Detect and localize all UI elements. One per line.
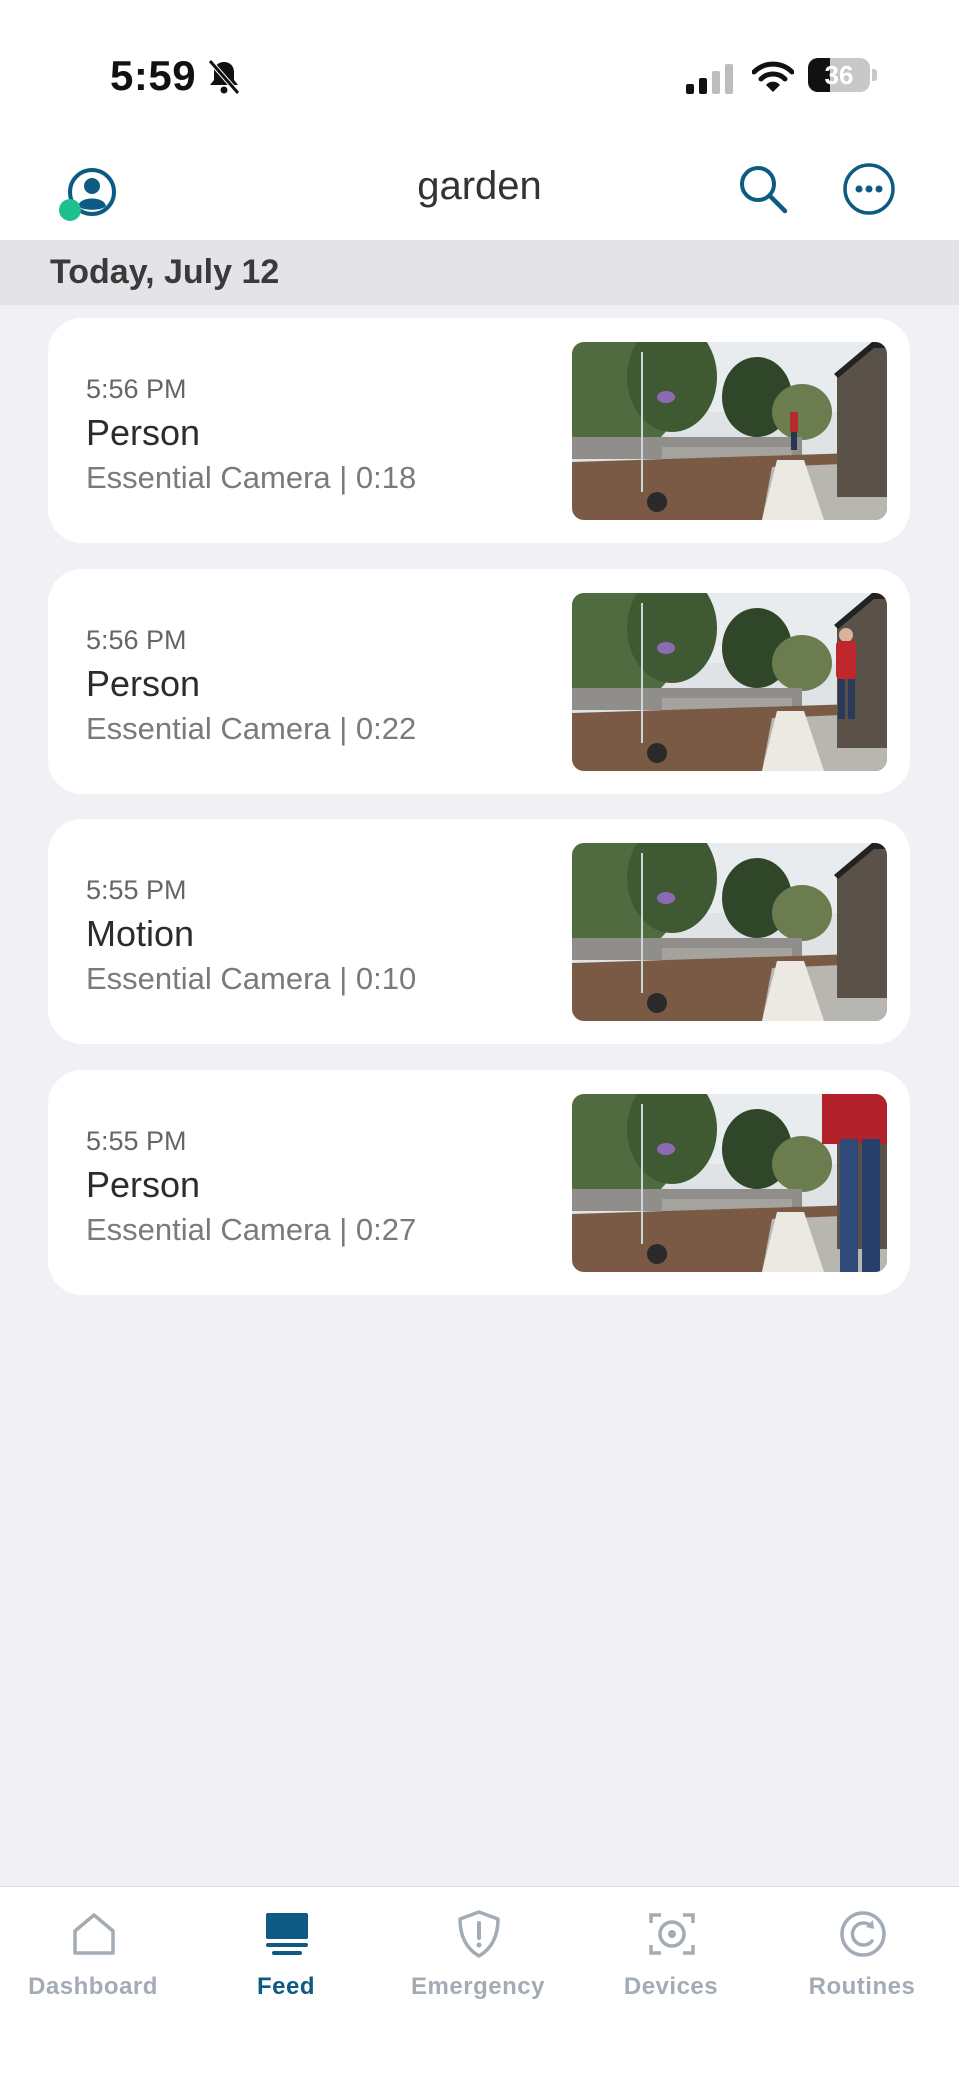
event-time: 5:55 PM	[86, 875, 187, 905]
tab-label: Routines	[808, 1973, 916, 2000]
tab-label: Devices	[623, 1973, 719, 2000]
tab-emergency[interactable]: Emergency	[388, 1887, 568, 2027]
tab-label: Emergency	[411, 1973, 545, 2000]
event-thumbnail[interactable]	[572, 843, 887, 1021]
event-thumbnail[interactable]	[572, 593, 887, 771]
event-thumbnail[interactable]	[572, 1094, 887, 1272]
event-subtitle: Essential Camera | 0:18	[86, 460, 417, 495]
event-time: 5:56 PM	[86, 625, 187, 655]
status-time: 5:59	[110, 52, 197, 99]
event-subtitle: Essential Camera | 0:27	[86, 1212, 417, 1247]
tab-feed[interactable]: Feed	[196, 1887, 376, 2027]
event-subtitle: Essential Camera | 0:22	[86, 711, 417, 746]
battery-percent: 36	[824, 60, 854, 90]
wifi-icon	[752, 61, 794, 92]
feed-icon	[266, 1913, 308, 1955]
event-type: Person	[86, 1164, 201, 1205]
battery-body: 36	[808, 58, 870, 92]
shield-alert-icon	[458, 1910, 500, 1958]
bottom-tab-bar: Dashboard Feed Emergency Devices Routine…	[0, 1886, 959, 2086]
event-card[interactable]: 5:55 PM Person Essential Camera | 0:27	[48, 1070, 910, 1295]
page-title: garden	[417, 164, 542, 208]
event-type: Person	[86, 412, 201, 453]
date-label: Today, July 12	[50, 253, 280, 291]
event-thumbnail[interactable]	[572, 342, 887, 520]
event-time: 5:55 PM	[86, 1126, 187, 1156]
tab-routines[interactable]: Routines	[772, 1887, 952, 2027]
house-icon	[73, 1913, 115, 1955]
more-options-icon[interactable]	[840, 160, 898, 218]
event-type: Person	[86, 663, 201, 704]
tab-devices[interactable]: Devices	[581, 1887, 761, 2027]
event-card[interactable]: 5:56 PM Person Essential Camera | 0:22	[48, 569, 910, 794]
battery-tip	[872, 69, 877, 81]
event-type: Motion	[86, 913, 195, 954]
tab-label: Feed	[256, 1973, 315, 2000]
event-card[interactable]: 5:56 PM Person Essential Camera | 0:18	[48, 318, 910, 543]
date-section-header: Today, July 12	[0, 240, 959, 305]
battery-indicator: 36	[808, 58, 878, 94]
event-card[interactable]: 5:55 PM Motion Essential Camera | 0:10	[48, 819, 910, 1044]
status-bar: 5:59 36	[0, 0, 959, 150]
tab-label: Dashboard	[28, 1973, 158, 2000]
cellular-signal-icon	[686, 64, 733, 94]
bell-muted-icon	[208, 59, 240, 95]
search-icon[interactable]	[736, 162, 790, 216]
routine-icon	[840, 1911, 886, 1957]
event-subtitle: Essential Camera | 0:10	[86, 961, 417, 996]
camera-icon	[649, 1913, 695, 1955]
tab-dashboard[interactable]: Dashboard	[3, 1887, 183, 2027]
event-time: 5:56 PM	[86, 374, 187, 404]
app-header: garden	[0, 150, 959, 240]
